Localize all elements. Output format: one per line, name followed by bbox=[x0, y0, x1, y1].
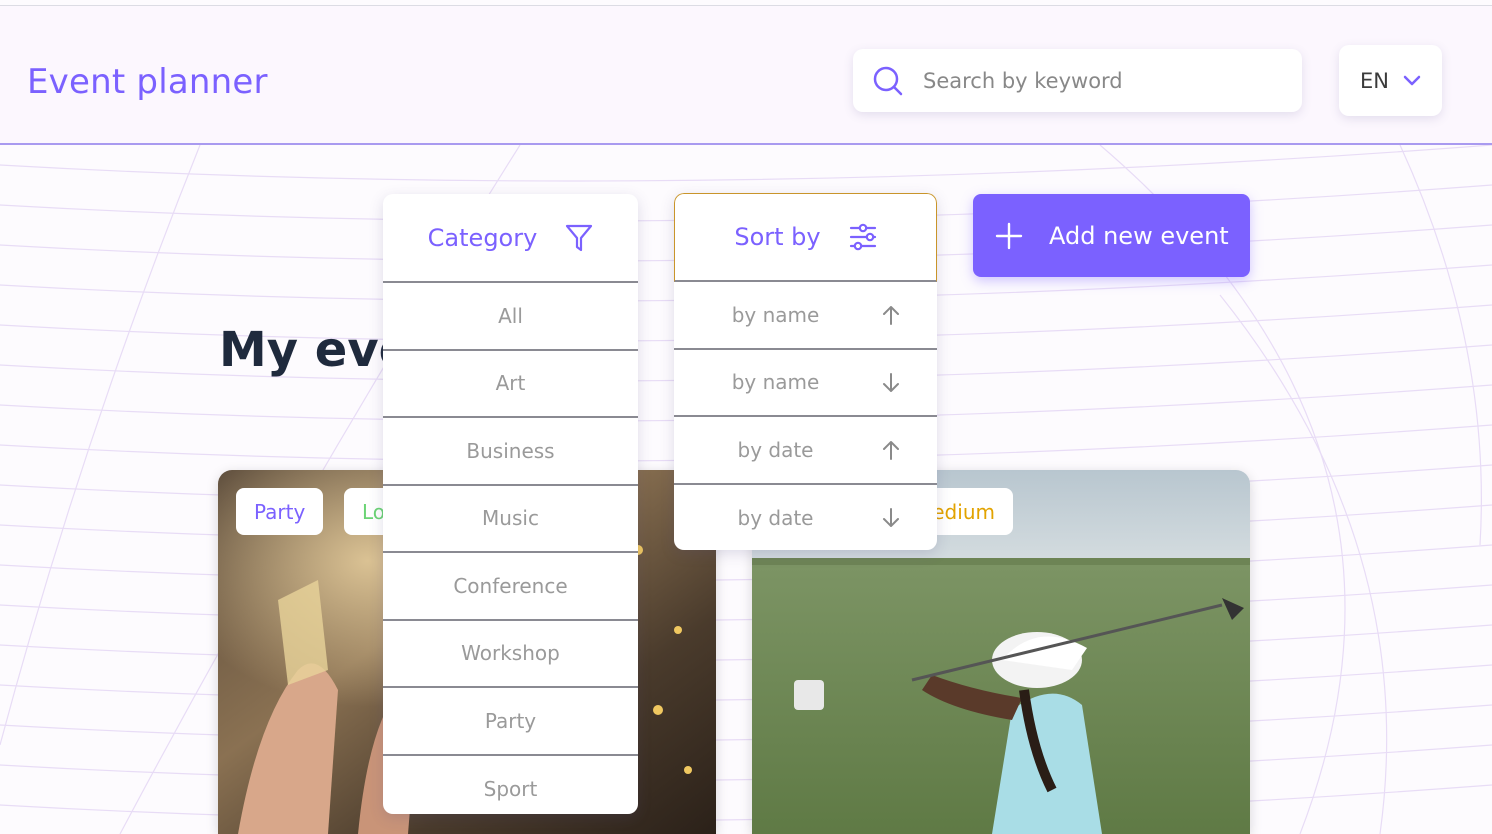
category-option-art[interactable]: Art bbox=[383, 351, 638, 418]
plus-icon bbox=[995, 222, 1023, 249]
category-option-sport[interactable]: Sport bbox=[383, 756, 638, 815]
category-option-conference[interactable]: Conference bbox=[383, 553, 638, 621]
sort-option-label: by name bbox=[731, 302, 820, 327]
add-event-label: Add new event bbox=[1049, 221, 1229, 250]
category-label: Category bbox=[427, 223, 538, 252]
sort-option-label: by date bbox=[737, 437, 814, 462]
sort-option-label: by date bbox=[737, 506, 814, 531]
category-option-party[interactable]: Party bbox=[383, 688, 638, 756]
sort-dropdown: Sort by by name by name by date by date bbox=[674, 193, 937, 550]
category-option-music[interactable]: Music bbox=[383, 486, 638, 553]
sort-option-date-asc[interactable]: by date bbox=[674, 417, 937, 485]
search-box[interactable] bbox=[853, 49, 1302, 112]
arrow-up-icon bbox=[883, 306, 899, 325]
sliders-icon bbox=[849, 223, 876, 251]
add-event-button[interactable]: Add new event bbox=[973, 194, 1250, 277]
sort-button[interactable]: Sort by bbox=[674, 193, 937, 282]
search-icon bbox=[873, 66, 903, 95]
sort-option-label: by name bbox=[731, 370, 820, 395]
category-option-workshop[interactable]: Workshop bbox=[383, 621, 638, 688]
language-value: EN bbox=[1360, 68, 1389, 93]
category-tag: Party bbox=[236, 488, 324, 535]
arrow-down-icon bbox=[883, 372, 899, 392]
category-dropdown: Category All Art Business Music Conferen… bbox=[383, 194, 638, 814]
language-select[interactable]: EN bbox=[1339, 45, 1442, 116]
search-input[interactable] bbox=[923, 68, 1283, 93]
category-option-all[interactable]: All bbox=[383, 283, 638, 351]
tag-label: Party bbox=[254, 499, 306, 524]
arrow-up-icon bbox=[883, 441, 899, 460]
arrow-down-icon bbox=[883, 507, 899, 527]
sort-option-name-desc[interactable]: by name bbox=[674, 350, 937, 417]
app-logo[interactable]: Event planner bbox=[27, 62, 268, 102]
top-bar: Event planner EN bbox=[0, 6, 1492, 145]
chevron-down-icon bbox=[1403, 75, 1421, 85]
filter-icon bbox=[566, 224, 593, 251]
category-option-business[interactable]: Business bbox=[383, 418, 638, 486]
category-button[interactable]: Category bbox=[383, 194, 638, 283]
sort-option-name-asc[interactable]: by name bbox=[674, 282, 937, 350]
sort-label: Sort by bbox=[734, 223, 821, 251]
sort-option-date-desc[interactable]: by date bbox=[674, 485, 937, 551]
